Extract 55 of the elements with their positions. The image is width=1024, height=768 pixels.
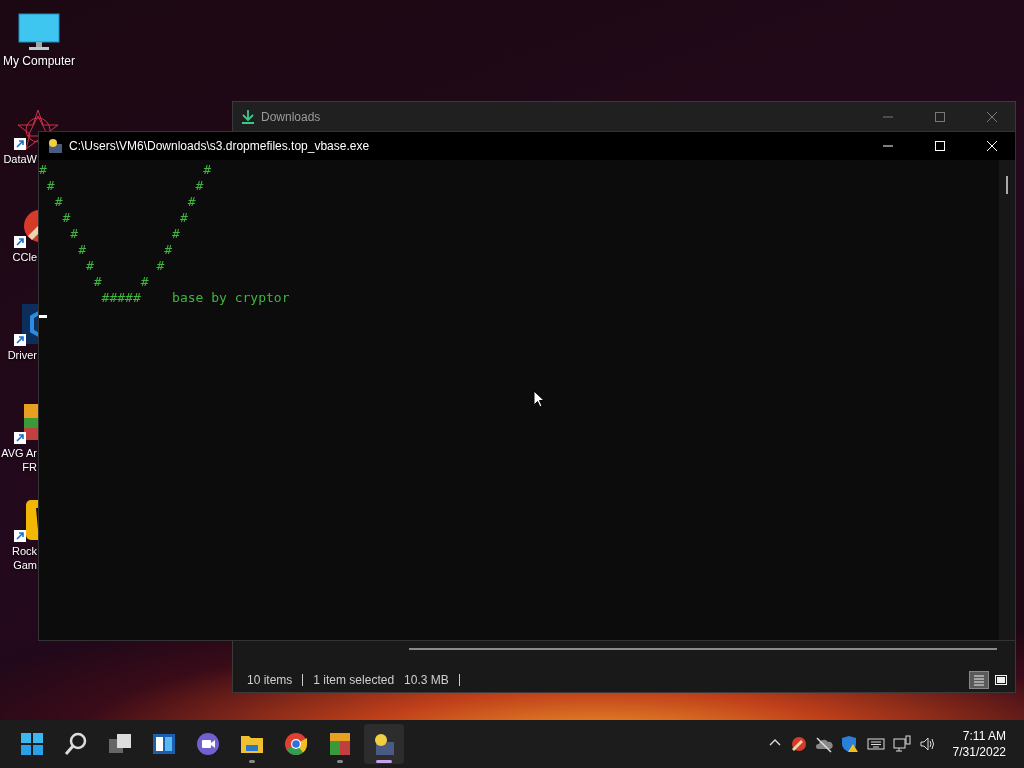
shield-warning-icon[interactable] (840, 735, 859, 753)
keyboard-icon[interactable] (866, 735, 885, 753)
network-icon[interactable] (892, 735, 911, 753)
clock-date[interactable]: 7/31/2022 (952, 744, 1006, 760)
chat-icon (196, 732, 220, 756)
console-app-icon (47, 138, 63, 154)
start-icon (20, 732, 44, 756)
icon-label: FR (22, 460, 37, 474)
console-app-icon (372, 732, 396, 756)
text-cursor (39, 315, 47, 318)
icon-label: CCle (12, 250, 37, 264)
scrollbar[interactable] (409, 648, 997, 650)
archive-icon[interactable] (14, 402, 38, 446)
console-text: # # (45, 178, 204, 194)
close-icon (987, 141, 997, 151)
console-text: # # (77, 242, 173, 258)
maximize-icon (935, 111, 945, 122)
game-icon[interactable] (14, 500, 38, 544)
icon-label: My Computer (3, 54, 75, 68)
task-view-icon (108, 732, 132, 756)
console-text: # # (53, 194, 196, 210)
window-title: C:\Users\VM6\Downloads\s3.dropmefiles.top_vbase.exe (69, 139, 370, 153)
console-text: # # (84, 258, 165, 274)
icon-label: Gam (13, 558, 37, 572)
status-text: 1 item selected (313, 673, 395, 687)
download-icon (241, 109, 255, 124)
cloud-off-icon[interactable] (814, 735, 833, 753)
search-icon (64, 732, 88, 756)
icon-label: DataW (3, 152, 37, 166)
clock-time[interactable]: 7:11 AM (962, 728, 1006, 744)
icon-label: Rock (11, 544, 37, 558)
status-text: 10 items (247, 673, 293, 687)
running-indicator (337, 760, 343, 763)
console-text: ##### base by cryptor (100, 290, 290, 306)
maximize-icon (935, 141, 945, 151)
console-text: # # (92, 274, 149, 290)
status-text: 10.3 MB (404, 673, 449, 687)
window-title: Downloads (261, 109, 321, 124)
icon-label: Driver (7, 348, 37, 362)
widgets-icon (152, 732, 176, 756)
taskbar-app-button[interactable] (364, 724, 404, 764)
console-text: # # (69, 226, 180, 242)
icon-label: AVG Ar (1, 446, 37, 460)
tiles-icon (994, 673, 1008, 687)
close-icon (987, 111, 997, 122)
browser-icon (284, 732, 308, 756)
console-text: # # (61, 210, 188, 226)
console-text: # # (39, 162, 212, 178)
mouse-pointer-icon (533, 390, 545, 408)
scrollbar-thumb[interactable] (1006, 176, 1008, 194)
running-indicator (376, 760, 392, 763)
running-indicator (249, 760, 255, 763)
volume-icon[interactable] (918, 735, 937, 753)
archive-icon (328, 732, 352, 756)
list-icon (972, 673, 986, 687)
